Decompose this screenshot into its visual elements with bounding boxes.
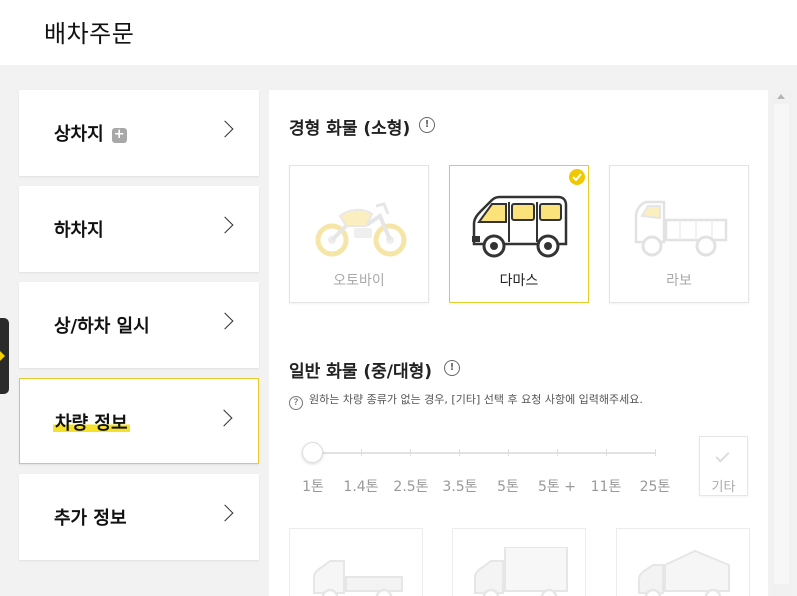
step-label: 상/하차 일시 — [54, 316, 150, 337]
vehicle-label: 다마스 — [499, 273, 539, 289]
tonnage-label[interactable]: 5톤 — [497, 476, 519, 496]
covered-truck-icon — [638, 549, 730, 596]
chevron-right-icon — [215, 409, 233, 427]
truck-card-cargo[interactable] — [289, 528, 423, 596]
step-loading-place[interactable]: 상차지 + — [19, 90, 259, 176]
chevron-right-icon — [216, 120, 234, 138]
step-vehicle-info[interactable]: 차량 정보 — [19, 378, 259, 464]
tonnage-slider-handle[interactable] — [302, 442, 323, 463]
page-title: 배차주문 — [44, 20, 135, 48]
step-schedule[interactable]: 상/하차 일시 — [19, 282, 259, 368]
slider-tick — [410, 449, 411, 456]
slider-tick — [655, 449, 656, 456]
tonnage-label[interactable]: 1.4톤 — [343, 476, 378, 496]
vehicle-label: 라보 — [666, 273, 692, 289]
step-unloading-place[interactable]: 하차지 — [19, 186, 259, 272]
scroll-up-arrow[interactable] — [777, 94, 785, 99]
motorcycle-icon — [315, 202, 407, 257]
chevron-right-icon — [216, 504, 234, 522]
etc-label: 기타 — [711, 480, 736, 495]
help-text: ? 원하는 차량 종류가 없는 경우, [기타] 선택 후 요청 사항에 입력해주… — [289, 391, 643, 410]
slider-tick — [508, 449, 509, 456]
arrow-right-icon — [0, 351, 5, 361]
step-extra-info[interactable]: 추가 정보 — [19, 474, 259, 560]
etc-vehicle-button[interactable]: 기타 — [699, 436, 748, 496]
scrollbar[interactable] — [770, 90, 793, 596]
truck-card-covered[interactable] — [616, 528, 750, 596]
add-icon[interactable]: + — [111, 128, 127, 143]
slider-tick — [606, 449, 607, 456]
step-label: 차량 정보 — [53, 409, 130, 435]
box-truck-icon — [474, 547, 568, 596]
info-icon[interactable]: ! — [419, 117, 435, 133]
tonnage-label[interactable]: 11톤 — [591, 476, 622, 496]
general-cargo-title: 일반 화물 (중/대형) — [289, 362, 433, 382]
vehicle-label: 오토바이 — [333, 273, 385, 289]
chevron-right-icon — [216, 216, 234, 234]
light-cargo-title: 경형 화물 (소형) — [289, 119, 411, 139]
truck-card-box[interactable] — [452, 528, 586, 596]
check-icon — [715, 448, 730, 463]
slider-tick — [557, 449, 558, 456]
van-icon — [472, 195, 568, 258]
vehicle-card-damas[interactable]: 다마스 — [449, 165, 589, 303]
vehicle-card-motorcycle[interactable]: 오토바이 — [289, 165, 429, 303]
info-icon[interactable]: ! — [444, 360, 460, 376]
step-label: 하차지 — [54, 220, 104, 241]
tonnage-label[interactable]: 3.5톤 — [442, 476, 477, 496]
slider-tick — [361, 449, 362, 456]
mini-truck-icon — [634, 200, 728, 257]
tonnage-slider-track[interactable] — [312, 449, 656, 456]
vehicle-card-labo[interactable]: 라보 — [609, 165, 749, 303]
step-label: 상차지 — [54, 124, 104, 145]
tonnage-label[interactable]: 5톤 + — [538, 476, 576, 496]
tonnage-label[interactable]: 2.5톤 — [393, 476, 428, 496]
tonnage-label[interactable]: 25톤 — [640, 476, 671, 496]
step-label: 추가 정보 — [54, 508, 127, 529]
side-panel-toggle[interactable] — [0, 318, 9, 394]
help-icon: ? — [289, 396, 303, 410]
chevron-right-icon — [216, 312, 234, 330]
scroll-thumb[interactable] — [774, 104, 789, 584]
help-text-label: 원하는 차량 종류가 없는 경우, [기타] 선택 후 요청 사항에 입력해주세… — [309, 393, 643, 406]
header: 배차주문 — [0, 0, 797, 65]
check-icon — [569, 169, 585, 185]
tonnage-label[interactable]: 1톤 — [302, 476, 324, 496]
cargo-truck-icon — [313, 560, 403, 596]
slider-tick — [459, 449, 460, 456]
